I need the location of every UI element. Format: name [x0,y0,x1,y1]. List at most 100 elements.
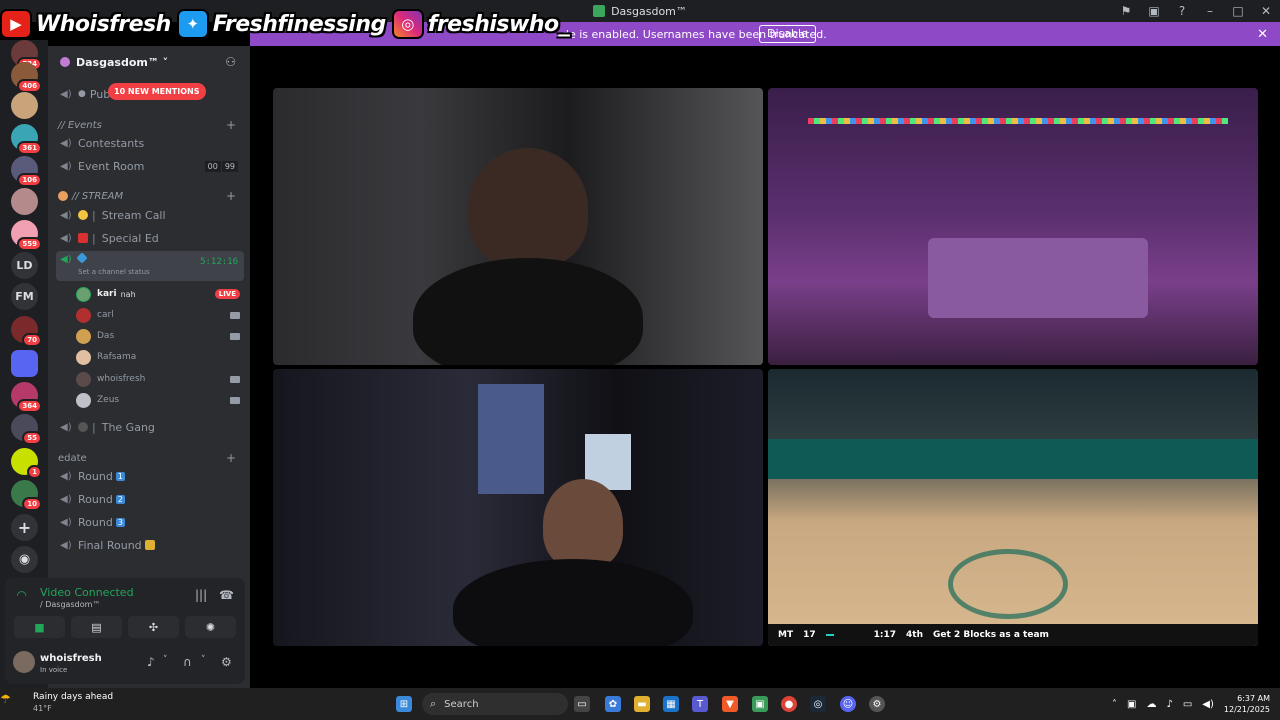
voice-status[interactable]: Video Connected [40,586,134,599]
app-tray-icon[interactable]: ▣ [1127,699,1136,710]
signal-icon[interactable]: ◜◝ [17,588,26,602]
activities-button[interactable]: ✣ [128,616,179,638]
voice-user[interactable]: carl [76,305,242,325]
server-icon[interactable]: 1 [11,448,42,479]
server-badge: 55 [22,431,42,445]
new-mentions-badge[interactable]: 10 NEW MENTIONS [108,83,206,100]
cloud-icon[interactable]: ☁ [1146,699,1156,710]
voice-user-name: Zeus [97,395,120,405]
headphones-icon[interactable]: ∩ [183,655,192,669]
start-icon[interactable]: ⊞ [396,696,412,712]
voice-user[interactable]: kari nah LIVE [76,284,242,304]
app-icon[interactable]: ▣ [752,696,768,712]
screen-share-button[interactable]: ▤ [71,616,122,638]
close-button[interactable]: ✕ [1252,4,1280,18]
maximize-button[interactable]: □ [1224,4,1252,18]
chrome-icon[interactable]: ● [781,696,797,712]
server-icon-fm[interactable]: FM [11,283,38,310]
avatar[interactable] [13,651,35,673]
steam-icon[interactable]: ◎ [810,696,826,712]
server-icon-ld[interactable]: LD [11,252,38,279]
avatar [76,286,91,302]
noise-suppression-icon[interactable]: ||| [195,588,207,602]
server-icon[interactable]: 364 [11,382,42,413]
weather-icon[interactable]: ☂ [0,692,14,706]
channel-special-ed[interactable]: ◀) | Special Ed [56,228,244,248]
channel-the-gang[interactable]: ◀) | The Gang [56,417,244,437]
add-channel-icon[interactable]: + [226,451,236,465]
chevron-up-icon[interactable]: ˄ [1112,699,1117,710]
channel-event-room[interactable]: ◀) Event Room 00 99 [56,156,244,176]
server-icon[interactable]: 361 [11,124,42,155]
add-member-icon[interactable]: ⚇ [225,55,236,69]
voice-channel[interactable]: / Dasgasdom™ [40,600,100,609]
discover-icon[interactable]: ◉ [11,546,38,573]
disconnect-icon[interactable]: ☎ [219,588,234,602]
copilot-icon[interactable]: ✿ [605,696,621,712]
settings-icon[interactable]: ⚙ [869,696,885,712]
voice-user[interactable]: Zeus [76,390,242,410]
add-channel-icon[interactable]: + [226,118,236,132]
minimize-button[interactable]: – [1196,4,1224,18]
close-icon[interactable]: ✕ [1257,27,1268,42]
chevron-down-icon[interactable]: ˅ [201,655,206,665]
discord-icon[interactable]: ☺ [840,696,856,712]
volume-icon[interactable]: ◀) [1202,699,1214,710]
camera-button[interactable]: ■ [14,616,65,638]
channel-stream-call[interactable]: ◀) | Stream Call [56,205,244,225]
weather-widget[interactable]: Rainy days ahead 41°F [14,692,113,714]
webcam-person [543,479,623,569]
activities-icon: ✣ [148,620,159,634]
video-tile[interactable] [273,369,763,646]
server-header[interactable]: Dasgasdom™ ˅ ⚇ [48,46,250,78]
channel-round-1[interactable]: ◀) Round 1 [56,466,244,486]
server-icon[interactable] [11,92,38,119]
settings-icon[interactable]: ⚙ [221,655,232,669]
clock[interactable]: 6:37 AM 12/21/2025 [1224,693,1270,715]
server-icon[interactable] [11,188,38,215]
channel-active-voice[interactable]: ◀) Set a channel status 5:12:16 [56,251,244,281]
video-tile[interactable]: MT 17 1:17 4th Get 2 Blocks as a team [768,369,1258,646]
file-explorer-icon[interactable]: ▬ [634,696,650,712]
channel-round-3[interactable]: ◀) Round 3 [56,512,244,532]
search-box[interactable]: ⌕ Search [422,693,568,715]
folder-icon[interactable] [11,350,38,377]
server-icon[interactable]: 70 [11,316,42,347]
help-icon[interactable]: ? [1168,4,1196,18]
category-stream[interactable]: // STREAM + [58,188,242,204]
search-label: Search [444,698,479,710]
brave-icon[interactable]: ▼ [722,696,738,712]
server-badge: 10 [22,497,42,511]
category-edate[interactable]: edate + [58,450,242,466]
channel-final-round[interactable]: ◀) Final Round [56,535,244,555]
category-events[interactable]: // Events + [58,117,242,133]
user-count: 00 99 [204,160,238,172]
disable-button[interactable]: Disable [759,25,816,43]
store-icon[interactable]: ▦ [663,696,679,712]
channel-status-hint[interactable]: Set a channel status [78,268,150,276]
server-icon[interactable]: 559 [11,220,42,251]
video-tile[interactable] [273,88,763,365]
channel-contestants[interactable]: ◀) Contestants [56,133,244,153]
voice-user[interactable]: whoisfresh [76,369,242,389]
screen-share-icon[interactable]: ▣ [1140,4,1168,18]
add-server-icon[interactable]: + [11,514,38,541]
video-tile[interactable] [768,88,1258,365]
server-icon[interactable]: 55 [11,414,42,445]
voice-user[interactable]: Das [76,326,242,346]
server-icon[interactable]: 106 [11,156,42,187]
category-name: edate [58,452,87,464]
microphone-icon[interactable]: ♪ [1166,699,1172,710]
chevron-down-icon[interactable]: ˅ [163,655,168,665]
add-channel-icon[interactable]: + [226,189,236,203]
channel-round-2[interactable]: ◀) Round 2 [56,489,244,509]
voice-user[interactable]: Rafsama [76,347,242,367]
network-icon[interactable]: ▭ [1183,699,1192,710]
task-view-icon[interactable]: ▭ [574,696,590,712]
soundboard-button[interactable]: ✺ [185,616,236,638]
server-icon[interactable]: 10 [11,480,42,511]
server-icon[interactable]: 406 [11,62,42,93]
inbox-icon[interactable]: ⚑ [1112,4,1140,18]
teams-icon[interactable]: T [692,696,708,712]
microphone-icon[interactable]: ♪ [147,655,155,669]
